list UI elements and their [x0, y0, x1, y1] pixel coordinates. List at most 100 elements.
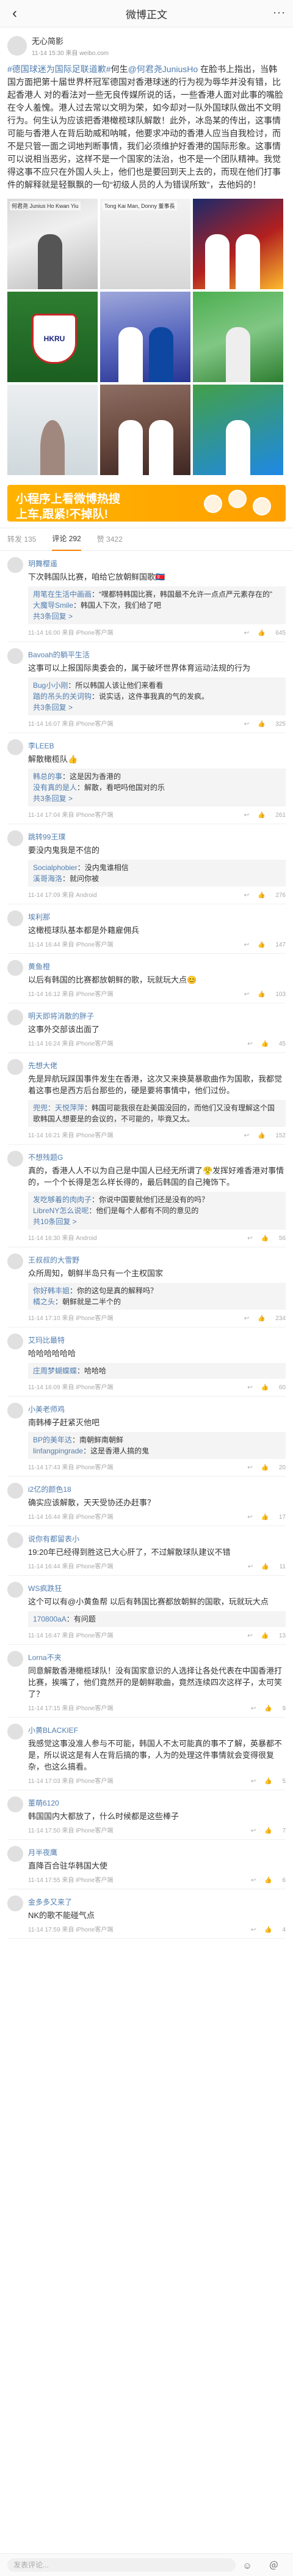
like-icon[interactable]: 👍 645 — [258, 630, 286, 637]
comment-replies[interactable]: 兜兜：天悦萍萍：韩国可能我很在赴美国没回的，而他们又没有理解这个国歌韩国人想要是… — [28, 1100, 286, 1127]
commenter-name[interactable]: 跳转99王璞 — [28, 832, 286, 842]
reply-author[interactable]: 溪哥海洛 — [33, 874, 62, 883]
post-image[interactable] — [100, 385, 190, 475]
comment-replies[interactable]: Bug小小刚：所以韩国人该让他们来看看 踏的吊头的关词钩：说实话，这件事我真的气的… — [28, 677, 286, 715]
commenter-name[interactable]: 月半夜鹰 — [28, 1847, 286, 1858]
reply-author[interactable]: 大魔导Smile — [33, 601, 73, 610]
reply-author[interactable]: 170800aA — [33, 1615, 67, 1623]
promo-banner[interactable]: 小程序上看微博热搜 上车,跟紧!不掉队! — [7, 485, 286, 522]
commenter-name[interactable]: WS疯跌狂 — [28, 1583, 286, 1593]
emoji-icon[interactable]: ☺ ＠ — [243, 2559, 286, 2572]
like-icon[interactable]: 👍 103 — [258, 991, 286, 998]
reply-author[interactable]: 兜兜：天悦萍萍 — [33, 1104, 84, 1112]
post-image[interactable] — [193, 385, 283, 475]
commenter-name[interactable]: 先想大佬 — [28, 1060, 286, 1071]
commenter-name[interactable]: 埃利那 — [28, 912, 286, 922]
commenter-avatar[interactable] — [7, 1532, 23, 1548]
commenter-name[interactable]: 金多多又来了 — [28, 1897, 286, 1907]
like-icon[interactable]: 👍 234 — [258, 1315, 286, 1322]
like-icon[interactable]: 👍 261 — [258, 812, 286, 819]
commenter-avatar[interactable] — [7, 648, 23, 664]
commenter-avatar[interactable] — [7, 1846, 23, 1862]
like-icon[interactable]: 👍 9 — [264, 1705, 286, 1712]
post-image[interactable]: HKRU — [7, 292, 98, 382]
reply-author[interactable]: BP的美年达 — [33, 1436, 72, 1444]
author-name[interactable]: 无心简影 — [32, 35, 109, 46]
reply-icon[interactable]: ↩ — [251, 1705, 256, 1712]
commenter-name[interactable]: 小黄BLACKIEF — [28, 1725, 286, 1735]
post-image[interactable] — [193, 292, 283, 382]
commenter-avatar[interactable] — [7, 1009, 23, 1025]
reply-icon[interactable]: ↩ — [244, 1315, 249, 1322]
like-icon[interactable]: 👍 276 — [258, 892, 286, 899]
reply-icon[interactable]: ↩ — [244, 991, 249, 998]
comment-input[interactable]: 发表评论... — [7, 2558, 236, 2572]
commenter-avatar[interactable] — [7, 1334, 23, 1349]
reply-author[interactable]: 橘之头 — [33, 1297, 55, 1306]
commenter-name[interactable]: 黄鱼橙 — [28, 961, 286, 972]
like-icon[interactable]: 👍 45 — [261, 1041, 286, 1047]
reply-icon[interactable]: ↩ — [251, 1828, 256, 1834]
commenter-avatar[interactable] — [7, 1895, 23, 1911]
more-replies-link[interactable]: 共10条回复 > — [33, 1216, 281, 1227]
commenter-name[interactable]: Bavoah的躺平生活 — [28, 649, 286, 660]
comment-replies[interactable]: 170800aA：有问题 — [28, 1611, 286, 1627]
reply-icon[interactable]: ↩ — [251, 1778, 256, 1785]
reply-icon[interactable]: ↩ — [244, 892, 249, 899]
reply-icon[interactable]: ↩ — [248, 1563, 253, 1570]
more-icon[interactable]: ··· — [273, 6, 286, 19]
like-icon[interactable]: 👍 4 — [264, 1927, 286, 1933]
reply-author[interactable]: Bug小小刚 — [33, 681, 68, 690]
comment-replies[interactable]: Socialphobier：没内鬼谁相信 溪哥海洛：就问你被 — [28, 860, 286, 887]
like-icon[interactable]: 👍 56 — [261, 1235, 286, 1242]
like-icon[interactable]: 👍 325 — [258, 721, 286, 728]
commenter-avatar[interactable] — [7, 1483, 23, 1499]
commenter-name[interactable]: 说你有都留表小 — [28, 1533, 286, 1544]
tab-comments[interactable]: 评论 292 — [52, 528, 81, 551]
comment-replies[interactable]: 你好韩丰姐：你的这句是真的解释吗？ 橘之头：朝鲜就是二半个的 — [28, 1283, 286, 1310]
author-avatar[interactable] — [7, 36, 27, 56]
commenter-avatar[interactable] — [7, 1796, 23, 1812]
commenter-name[interactable]: 李LEEB — [28, 740, 286, 751]
post-link[interactable]: @何君尧JuniusHo — [128, 64, 198, 74]
commenter-name[interactable]: 小美老师鸡 — [28, 1404, 286, 1414]
reply-icon[interactable]: ↩ — [244, 1132, 249, 1139]
comment-replies[interactable]: 韩总的事：这是因为香港的 没有真的是人：解散，看吧吗他国对的乐 共3条回复 > — [28, 769, 286, 806]
reply-author[interactable]: linfangpingrade — [33, 1447, 83, 1455]
reply-icon[interactable]: ↩ — [251, 1877, 256, 1884]
comment-replies[interactable]: 发吃够着的肉肉子：你说中国要就他们还是没有的吗？ LibreNY怎么说呢：他们是每… — [28, 1192, 286, 1230]
commenter-name[interactable]: i2亿的颜色18 — [28, 1484, 286, 1494]
commenter-avatar[interactable] — [7, 1059, 23, 1075]
commenter-name[interactable]: 不想残题G — [28, 1152, 286, 1162]
like-icon[interactable]: 👍 7 — [264, 1828, 286, 1834]
post-image[interactable] — [7, 385, 98, 475]
like-icon[interactable]: 👍 20 — [261, 1464, 286, 1471]
reply-author[interactable]: LibreNY怎么说呢 — [33, 1206, 89, 1215]
post-image[interactable]: 何君尧 Junius Ho Kwan Yiu — [7, 199, 98, 289]
commenter-name[interactable]: 明天即将消散的胖子 — [28, 1011, 286, 1021]
reply-author[interactable]: 没有真的是人 — [33, 783, 77, 792]
reply-icon[interactable]: ↩ — [247, 1384, 252, 1391]
reply-icon[interactable]: ↩ — [244, 942, 249, 948]
like-icon[interactable]: 👍 5 — [264, 1778, 286, 1785]
reply-author[interactable]: 发吃够着的肉肉子 — [33, 1195, 92, 1204]
commenter-avatar[interactable] — [7, 1253, 23, 1269]
reply-icon[interactable]: ↩ — [247, 1464, 252, 1471]
reply-author[interactable]: 用笔在生活中画画 — [33, 590, 92, 599]
reply-author[interactable]: 你好韩丰姐 — [33, 1286, 70, 1295]
reply-author[interactable]: Socialphobier — [33, 863, 78, 872]
reply-icon[interactable]: ↩ — [247, 1633, 252, 1639]
like-icon[interactable]: 👍 11 — [261, 1563, 286, 1570]
commenter-avatar[interactable] — [7, 739, 23, 755]
reply-icon[interactable]: ↩ — [247, 1041, 252, 1047]
commenter-avatar[interactable] — [7, 1151, 23, 1167]
commenter-avatar[interactable] — [7, 1403, 23, 1419]
reply-icon[interactable]: ↩ — [247, 1514, 252, 1521]
comment-replies[interactable]: 用笔在生活中画画：“嘿都特韩国比赛，韩国最不允许一点点严元素存在的” 大魔导Smi… — [28, 586, 286, 624]
like-icon[interactable]: 👍 152 — [258, 1132, 286, 1139]
reply-author[interactable]: 韩总的事 — [33, 772, 62, 781]
commenter-avatar[interactable] — [7, 1582, 23, 1598]
reply-author[interactable]: 踏的吊头的关词钩 — [33, 692, 92, 701]
like-icon[interactable]: 👍 13 — [261, 1633, 286, 1639]
reply-author[interactable]: 庄周梦蝴蝶蝶 — [33, 1367, 77, 1375]
